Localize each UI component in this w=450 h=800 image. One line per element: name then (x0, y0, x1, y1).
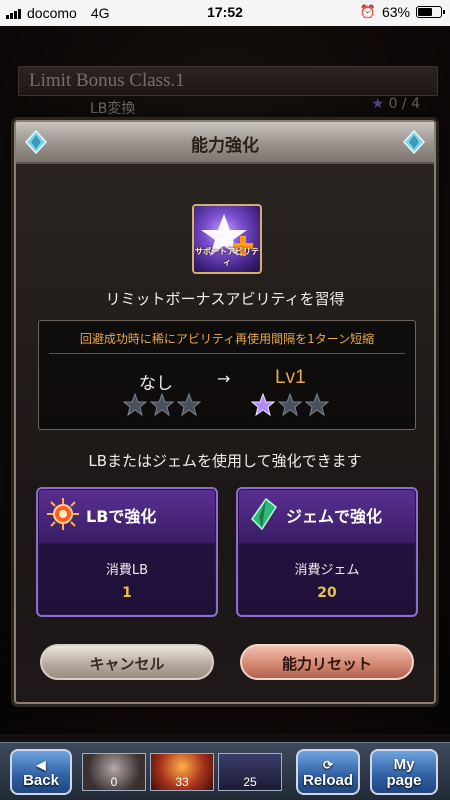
level-after: Lv1 (275, 367, 306, 388)
cancel-button[interactable]: キャンセル (40, 644, 214, 680)
alarm-icon: ⏰ (359, 4, 376, 19)
ability-effect-text: 回避成功時に稀にアビリティ再使用間隔を1ターン短縮 (79, 332, 375, 346)
ability-upgrade-dialog: 能力強化 サポートアビリティ リミットボーナスアビリティを習得 回避成功時に稀に… (14, 120, 436, 704)
mypage-button[interactable]: My page (370, 749, 438, 795)
upgrade-notice: LBまたはジェムを使用して強化できます (88, 452, 362, 470)
star-empty-icon (305, 393, 329, 417)
lb-upgrade-button[interactable]: LBで強化 消費LB 1 (36, 487, 218, 617)
lb-cost-value: 1 (122, 585, 132, 601)
back-arrow-icon: ◀ (36, 758, 46, 772)
dialog-header: 能力強化 (16, 122, 434, 164)
stars-before (123, 393, 201, 417)
resource-flame[interactable]: 33 (150, 753, 214, 791)
star-filled-icon (251, 393, 275, 417)
back-button[interactable]: ◀ Back (10, 749, 72, 795)
dialog-title: 能力強化 (191, 136, 259, 156)
bottom-navbar: ◀ Back 0 33 25 ⟳ Reload My page (0, 742, 450, 800)
gem-icon (251, 497, 277, 531)
ability-reset-button[interactable]: 能力リセット (240, 644, 414, 680)
gem-upgrade-label: ジェムで強化 (286, 507, 383, 526)
star-empty-icon (177, 393, 201, 417)
gem-cost-label: 消費ジェム (294, 563, 360, 578)
lb-upgrade-label: LBで強化 (86, 507, 157, 526)
support-ability-icon: サポートアビリティ (192, 204, 262, 274)
crystal-ornament-icon (402, 130, 426, 154)
battery-icon (416, 6, 445, 18)
ability-type-label: サポートアビリティ (195, 247, 259, 267)
resource-scroll[interactable]: 25 (218, 753, 282, 791)
battery-percent: 63% (381, 4, 410, 20)
ability-info-box: 回避成功時に稀にアビリティ再使用間隔を1ターン短縮 なし → Lv1 (38, 320, 416, 430)
level-before: なし (139, 374, 173, 394)
gem-cost-value: 20 (317, 585, 337, 601)
status-bar: docomo 4G 17:52 ⏰ 63% (0, 0, 450, 26)
star-empty-icon (278, 393, 302, 417)
lb-burst-icon (47, 498, 79, 530)
reload-button[interactable]: ⟳ Reload (296, 749, 360, 795)
reload-icon: ⟳ (322, 758, 334, 772)
star-empty-icon (150, 393, 174, 417)
divider (49, 353, 405, 354)
star-empty-icon (123, 393, 147, 417)
stars-after (251, 393, 329, 417)
ability-description: リミットボーナスアビリティを習得 (105, 290, 345, 308)
lb-cost-label: 消費LB (105, 563, 149, 578)
gem-upgrade-button[interactable]: ジェムで強化 消費ジェム 20 (236, 487, 418, 617)
resource-medal[interactable]: 0 (82, 753, 146, 791)
arrow-right-icon: → (217, 369, 231, 388)
